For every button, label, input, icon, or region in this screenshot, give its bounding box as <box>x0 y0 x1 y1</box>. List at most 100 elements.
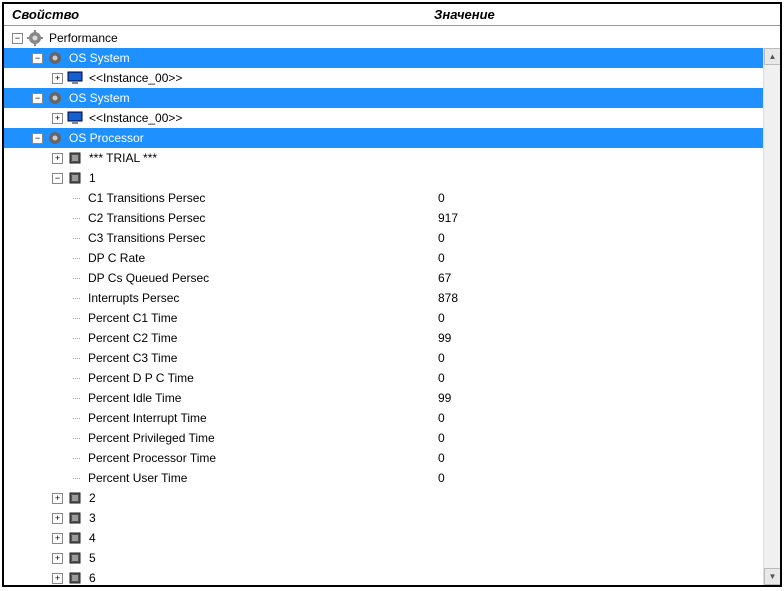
metric-value: 0 <box>434 428 780 448</box>
tree-node-instance-1[interactable]: + <<Instance_00>> <box>4 68 780 88</box>
header-value: Значение <box>434 7 780 22</box>
metric-name: Percent Idle Time <box>86 388 183 408</box>
tree-node-cpu[interactable]: +4 <box>4 528 780 548</box>
tree-node-instance-2[interactable]: + <<Instance_00>> <box>4 108 780 128</box>
metric-value: 67 <box>434 268 780 288</box>
metric-name: DP C Rate <box>86 248 147 268</box>
tree-connector-icon: ···· <box>72 288 86 308</box>
chip-icon <box>67 530 83 546</box>
metric-name: C1 Transitions Persec <box>86 188 207 208</box>
metric-value: 0 <box>434 188 780 208</box>
tree-node-metric[interactable]: ····Percent C2 Time99 <box>4 328 780 348</box>
gear-icon <box>47 90 63 106</box>
tree-label: 6 <box>87 568 98 585</box>
tree-connector-icon: ···· <box>72 448 86 468</box>
tree-node-metric[interactable]: ····C1 Transitions Persec 0 <box>4 188 780 208</box>
tree-node-trial[interactable]: + *** TRIAL *** <box>4 148 780 168</box>
scroll-track[interactable] <box>764 65 780 568</box>
tree-connector-icon: ···· <box>72 328 86 348</box>
tree-node-cpu[interactable]: +2 <box>4 488 780 508</box>
tree-label: Performance <box>47 28 120 48</box>
chip-icon <box>67 550 83 566</box>
gear-icon <box>47 130 63 146</box>
expander-minus-icon[interactable]: − <box>32 93 43 104</box>
scroll-down-button[interactable]: ▼ <box>764 568 780 585</box>
column-header: Свойство Значение <box>4 4 780 26</box>
tree-node-cpu[interactable]: +6 <box>4 568 780 585</box>
expander-plus-icon[interactable]: + <box>52 73 63 84</box>
tree-label: 2 <box>87 488 98 508</box>
tree-node-metric[interactable]: ····C3 Transitions Persec0 <box>4 228 780 248</box>
metric-name: Interrupts Persec <box>86 288 181 308</box>
expander-minus-icon[interactable]: − <box>12 33 23 44</box>
expander-plus-icon[interactable]: + <box>52 513 63 524</box>
metric-value: 0 <box>434 248 780 268</box>
tree-label: 1 <box>87 168 98 188</box>
tree-node-metric[interactable]: ····DP C Rate0 <box>4 248 780 268</box>
gear-icon <box>27 30 43 46</box>
metric-value: 917 <box>434 208 780 228</box>
metric-value: 99 <box>434 388 780 408</box>
metric-value: 0 <box>434 368 780 388</box>
expander-plus-icon[interactable]: + <box>52 573 63 584</box>
metric-value: 0 <box>434 308 780 328</box>
metric-value: 99 <box>434 328 780 348</box>
tree-node-os-processor[interactable]: − OS Processor <box>4 128 780 148</box>
metric-value: 0 <box>434 348 780 368</box>
tree-connector-icon: ···· <box>72 468 86 488</box>
tree-connector-icon: ···· <box>72 268 86 288</box>
metric-name: Percent C3 Time <box>86 348 179 368</box>
expander-plus-icon[interactable]: + <box>52 533 63 544</box>
expander-minus-icon[interactable]: − <box>32 53 43 64</box>
tree-node-metric[interactable]: ····Percent C3 Time 0 <box>4 348 780 368</box>
expander-minus-icon[interactable]: − <box>32 133 43 144</box>
metric-name: Percent D P C Time <box>86 368 196 388</box>
tree-node-metric[interactable]: ····Percent Interrupt Time0 <box>4 408 780 428</box>
tree-node-metric[interactable]: ····Percent Processor Time0 <box>4 448 780 468</box>
metric-value: 0 <box>434 468 780 488</box>
tree-node-metric[interactable]: ····Percent Privileged Time 0 <box>4 428 780 448</box>
expander-plus-icon[interactable]: + <box>52 113 63 124</box>
monitor-icon <box>67 70 83 86</box>
tree-node-metric[interactable]: ····Percent D P C Time 0 <box>4 368 780 388</box>
tree-node-metric[interactable]: ····DP Cs Queued Persec 67 <box>4 268 780 288</box>
chip-icon <box>67 510 83 526</box>
expander-plus-icon[interactable]: + <box>52 153 63 164</box>
chip-icon <box>67 150 83 166</box>
vertical-scrollbar[interactable]: ▲ ▼ <box>763 48 780 585</box>
tree-node-metric[interactable]: ····Interrupts Persec 878 <box>4 288 780 308</box>
chip-icon <box>67 570 83 585</box>
tree-node-metric[interactable]: ····Percent C1 Time0 <box>4 308 780 328</box>
tree-view[interactable]: − Performance − OS System + <<Instance_0… <box>4 26 780 585</box>
tree-node-os-system-1[interactable]: − OS System <box>4 48 780 68</box>
metric-name: C2 Transitions Persec <box>86 208 207 228</box>
tree-node-cpu[interactable]: +3 <box>4 508 780 528</box>
tree-node-performance[interactable]: − Performance <box>4 28 780 48</box>
chip-icon <box>67 490 83 506</box>
tree-label: OS System <box>67 88 132 108</box>
scroll-up-button[interactable]: ▲ <box>764 48 780 65</box>
expander-plus-icon[interactable]: + <box>52 553 63 564</box>
header-property: Свойство <box>4 7 434 22</box>
metric-name: DP Cs Queued Persec <box>86 268 211 288</box>
tree-connector-icon: ···· <box>72 228 86 248</box>
tree-label: 4 <box>87 528 98 548</box>
tree-node-os-system-2[interactable]: − OS System <box>4 88 780 108</box>
metric-value: 878 <box>434 288 780 308</box>
tree-connector-icon: ···· <box>72 348 86 368</box>
tree-node-cpu[interactable]: +5 <box>4 548 780 568</box>
metric-name: Percent Privileged Time <box>86 428 217 448</box>
metric-value: 0 <box>434 408 780 428</box>
tree-connector-icon: ···· <box>72 208 86 228</box>
tree-node-cpu-1[interactable]: − 1 <box>4 168 780 188</box>
tree-node-metric[interactable]: ····C2 Transitions Persec 917 <box>4 208 780 228</box>
tree-connector-icon: ···· <box>72 188 86 208</box>
expander-minus-icon[interactable]: − <box>52 173 63 184</box>
tree-node-metric[interactable]: ····Percent User Time0 <box>4 468 780 488</box>
tree-node-metric[interactable]: ····Percent Idle Time99 <box>4 388 780 408</box>
expander-plus-icon[interactable]: + <box>52 493 63 504</box>
tree-connector-icon: ···· <box>72 428 86 448</box>
metric-value: 0 <box>434 228 780 248</box>
tree-connector-icon: ···· <box>72 368 86 388</box>
metric-name: Percent C1 Time <box>86 308 179 328</box>
